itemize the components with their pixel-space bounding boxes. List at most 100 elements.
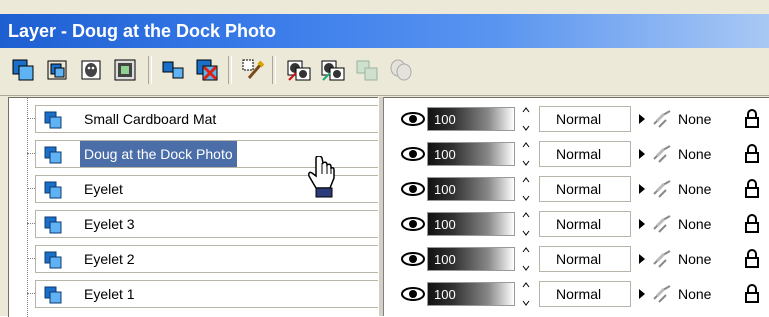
layer-row[interactable]: Doug at the Dock Photo 100 Normal None — [9, 137, 769, 171]
raster-layer-icon — [44, 286, 62, 304]
tree-branch — [27, 223, 35, 224]
new-layer-icon[interactable] — [10, 57, 36, 83]
new-layer-group-icon[interactable] — [44, 57, 70, 83]
layer-properties: 100 Normal None — [389, 172, 769, 206]
hand-cursor-icon — [308, 156, 335, 198]
blend-menu-arrow-icon[interactable] — [639, 149, 645, 159]
opacity-spinner-icon[interactable] — [521, 142, 531, 166]
blend-mode-dropdown[interactable]: Normal — [539, 246, 631, 272]
layer-properties: 100 Normal None — [389, 207, 769, 241]
layer-name: Eyelet — [84, 181, 123, 197]
blend-menu-arrow-icon[interactable] — [639, 219, 645, 229]
link-set-label: None — [678, 286, 712, 302]
link-set-label: None — [678, 111, 712, 127]
tree-branch — [27, 293, 35, 294]
new-mask-icon[interactable] — [78, 57, 104, 83]
layer-properties: 100 Normal None — [389, 102, 769, 136]
opacity-spinner-icon[interactable] — [521, 107, 531, 131]
toolbar-separator — [272, 56, 276, 84]
opacity-spinner-icon[interactable] — [521, 247, 531, 271]
layer-name: Small Cardboard Mat — [84, 111, 217, 127]
toolbar-separator — [148, 56, 152, 84]
link-set-label: None — [678, 251, 712, 267]
opacity-spinner-icon[interactable] — [521, 282, 531, 306]
lock-icon[interactable] — [744, 179, 760, 199]
layer-row[interactable]: Eyelet 1 100 Normal None — [9, 277, 769, 311]
link-chain-icon[interactable] — [651, 179, 673, 199]
layer-list: Small Cardboard Mat 100 Normal None Doug… — [8, 97, 769, 317]
blend-menu-arrow-icon[interactable] — [639, 184, 645, 194]
opacity-slider[interactable]: 100 — [427, 247, 515, 271]
raster-layer-icon — [44, 181, 62, 199]
layer-properties: 100 Normal None — [389, 277, 769, 311]
lock-icon[interactable] — [744, 144, 760, 164]
lock-icon[interactable] — [744, 249, 760, 269]
blend-menu-arrow-icon[interactable] — [639, 254, 645, 264]
tree-branch — [27, 118, 35, 119]
link-chain-icon[interactable] — [651, 109, 673, 129]
tree-branch — [27, 153, 35, 154]
visibility-eye-icon[interactable] — [401, 216, 425, 232]
layer-palette-window: Layer - Doug at the Dock Photo Small Car… — [0, 0, 769, 317]
layer-name: Eyelet 3 — [84, 216, 135, 232]
layer-name-cell[interactable]: Small Cardboard Mat — [35, 105, 379, 133]
blend-menu-arrow-icon[interactable] — [639, 114, 645, 124]
opacity-spinner-icon[interactable] — [521, 212, 531, 236]
opacity-spinner-icon[interactable] — [521, 177, 531, 201]
opacity-slider[interactable]: 100 — [427, 177, 515, 201]
link-set-label: None — [678, 181, 712, 197]
raster-layer-icon — [44, 251, 62, 269]
raster-layer-icon — [44, 146, 62, 164]
mask-visibility-icon[interactable] — [388, 57, 414, 83]
link-chain-icon[interactable] — [651, 214, 673, 234]
blend-mode-dropdown[interactable]: Normal — [539, 281, 631, 307]
opacity-slider[interactable]: 100 — [427, 107, 515, 131]
link-chain-icon[interactable] — [651, 144, 673, 164]
tree-branch — [27, 188, 35, 189]
visibility-eye-icon[interactable] — [401, 286, 425, 302]
layer-name: Eyelet 1 — [84, 286, 135, 302]
blend-mode-dropdown[interactable]: Normal — [539, 211, 631, 237]
show-all-icon[interactable] — [286, 57, 312, 83]
link-set-label: None — [678, 146, 712, 162]
layer-name-cell[interactable]: Eyelet 2 — [35, 245, 379, 273]
toolbar-separator — [228, 56, 232, 84]
layer-row[interactable]: Eyelet 2 100 Normal None — [9, 242, 769, 276]
panel-splitter[interactable] — [378, 97, 384, 316]
visibility-eye-icon[interactable] — [401, 251, 425, 267]
window-title[interactable]: Layer - Doug at the Dock Photo — [0, 14, 769, 48]
link-chain-icon[interactable] — [651, 284, 673, 304]
blend-menu-arrow-icon[interactable] — [639, 289, 645, 299]
delete-layer-icon[interactable] — [194, 57, 220, 83]
layer-name-cell[interactable]: Eyelet 3 — [35, 210, 379, 238]
lock-icon[interactable] — [744, 284, 760, 304]
mask-from-image-icon[interactable] — [112, 57, 138, 83]
layer-name: Doug at the Dock Photo — [80, 141, 237, 167]
visibility-eye-icon[interactable] — [401, 146, 425, 162]
raster-layer-icon — [44, 111, 62, 129]
invert-visibility-icon[interactable] — [354, 57, 380, 83]
hide-all-icon[interactable] — [320, 57, 346, 83]
duplicate-layer-icon[interactable] — [160, 57, 186, 83]
layer-properties-icon[interactable] — [240, 57, 266, 83]
layer-name-cell[interactable]: Eyelet 1 — [35, 280, 379, 308]
link-set-label: None — [678, 216, 712, 232]
opacity-slider[interactable]: 100 — [427, 212, 515, 236]
layer-row[interactable]: Eyelet 3 100 Normal None — [9, 207, 769, 241]
link-chain-icon[interactable] — [651, 249, 673, 269]
raster-layer-icon — [44, 216, 62, 234]
visibility-eye-icon[interactable] — [401, 181, 425, 197]
blend-mode-dropdown[interactable]: Normal — [539, 176, 631, 202]
layer-row[interactable]: Eyelet 100 Normal None — [9, 172, 769, 206]
lock-icon[interactable] — [744, 109, 760, 129]
layer-properties: 100 Normal None — [389, 137, 769, 171]
opacity-slider[interactable]: 100 — [427, 142, 515, 166]
blend-mode-dropdown[interactable]: Normal — [539, 106, 631, 132]
opacity-slider[interactable]: 100 — [427, 282, 515, 306]
layer-row[interactable]: Small Cardboard Mat 100 Normal None — [9, 102, 769, 136]
layer-name: Eyelet 2 — [84, 251, 135, 267]
visibility-eye-icon[interactable] — [401, 111, 425, 127]
lock-icon[interactable] — [744, 214, 760, 234]
layer-properties: 100 Normal None — [389, 242, 769, 276]
blend-mode-dropdown[interactable]: Normal — [539, 141, 631, 167]
